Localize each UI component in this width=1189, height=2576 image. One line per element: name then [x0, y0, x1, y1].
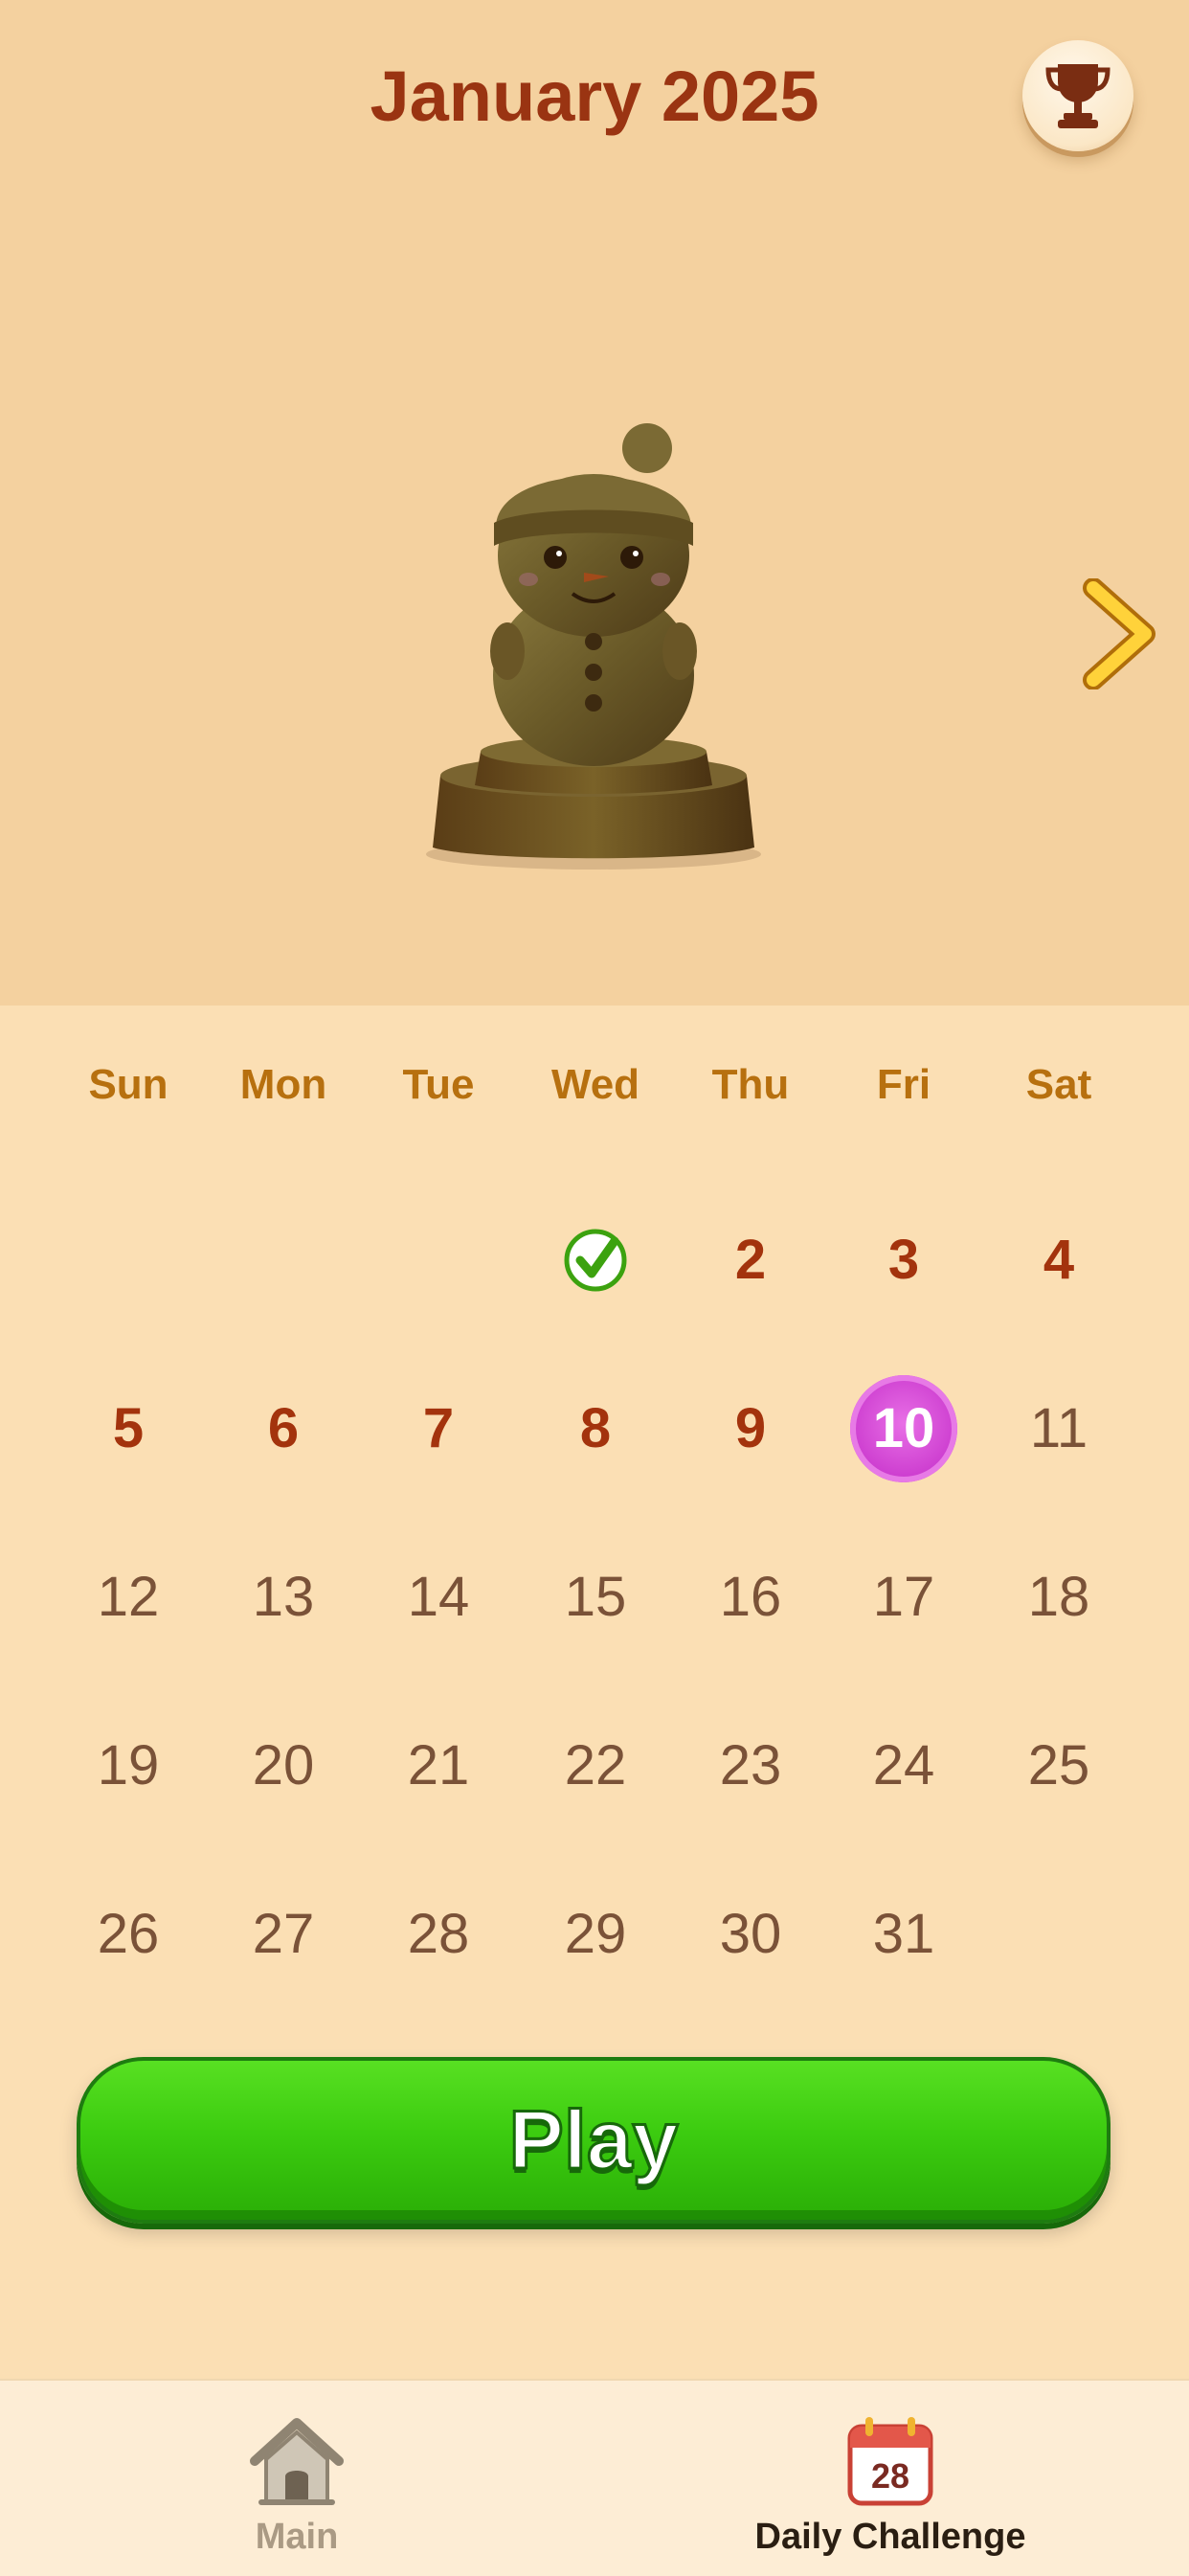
calendar-icon-badge: 28: [871, 2456, 909, 2496]
weekday-thu: Thu: [711, 1061, 790, 1108]
checkmark-icon: [564, 1229, 627, 1292]
day-31[interactable]: 31: [837, 1877, 971, 1992]
day-14[interactable]: 14: [371, 1540, 505, 1655]
house-icon: [250, 2418, 344, 2505]
weekday-tue: Tue: [402, 1061, 475, 1108]
day-10-today[interactable]: 10: [837, 1375, 971, 1490]
weekday-sun: Sun: [88, 1061, 168, 1108]
day-22[interactable]: 22: [528, 1708, 662, 1823]
page-title: January 2025: [370, 56, 819, 136]
day-16[interactable]: 16: [684, 1540, 818, 1655]
chevron-right-icon[interactable]: [1082, 578, 1158, 689]
snowman-trophy-icon: [426, 423, 761, 870]
day-25[interactable]: 25: [992, 1708, 1126, 1823]
nav-daily-challenge[interactable]: 28 Daily Challenge: [728, 2381, 1053, 2576]
bottom-nav: Main 28 Daily Challenge: [0, 2379, 1189, 2576]
trophy-icon: [1045, 64, 1110, 128]
day-13[interactable]: 13: [216, 1540, 350, 1655]
nav-main-label: Main: [255, 2517, 339, 2557]
play-button[interactable]: Play: [77, 2057, 1110, 2224]
weekday-wed: Wed: [550, 1061, 640, 1108]
calendar-icon: 28: [847, 2417, 933, 2506]
day-19[interactable]: 19: [61, 1708, 195, 1823]
day-29[interactable]: 29: [528, 1877, 662, 1992]
day-20[interactable]: 20: [216, 1708, 350, 1823]
day-27[interactable]: 27: [216, 1877, 350, 1992]
day-30[interactable]: 30: [684, 1877, 818, 1992]
play-button-label: Play: [507, 2092, 680, 2187]
nav-main[interactable]: Main: [201, 2381, 393, 2576]
day-12[interactable]: 12: [61, 1540, 195, 1655]
day-1-completed[interactable]: [528, 1203, 662, 1318]
day-7[interactable]: 7: [371, 1371, 505, 1486]
weekday-fri: Fri: [876, 1061, 931, 1108]
nav-daily-label: Daily Challenge: [754, 2517, 1026, 2557]
day-28[interactable]: 28: [371, 1877, 505, 1992]
weekday-mon: Mon: [239, 1061, 327, 1108]
today-number: 10: [872, 1397, 935, 1459]
day-9[interactable]: 9: [684, 1371, 818, 1486]
day-18[interactable]: 18: [992, 1540, 1126, 1655]
day-4[interactable]: 4: [992, 1203, 1126, 1318]
day-5[interactable]: 5: [61, 1371, 195, 1486]
day-11[interactable]: 11: [992, 1371, 1126, 1486]
trophy-button[interactable]: [1022, 40, 1133, 151]
day-24[interactable]: 24: [837, 1708, 971, 1823]
day-6[interactable]: 6: [216, 1371, 350, 1486]
day-23[interactable]: 23: [684, 1708, 818, 1823]
day-21[interactable]: 21: [371, 1708, 505, 1823]
day-2[interactable]: 2: [684, 1203, 818, 1318]
weekday-sat: Sat: [1025, 1061, 1092, 1108]
day-3[interactable]: 3: [837, 1203, 971, 1318]
day-26[interactable]: 26: [61, 1877, 195, 1992]
day-17[interactable]: 17: [837, 1540, 971, 1655]
day-8[interactable]: 8: [528, 1371, 662, 1486]
day-15[interactable]: 15: [528, 1540, 662, 1655]
